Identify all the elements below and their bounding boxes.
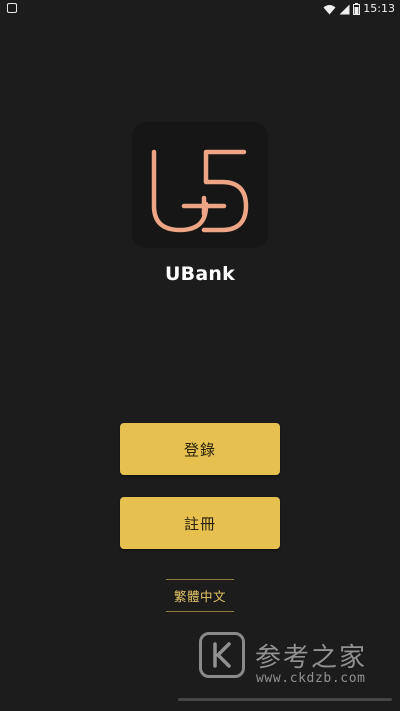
register-button-label: 註冊 (183, 514, 216, 533)
register-button[interactable]: 註冊 (120, 497, 280, 549)
language-switch-button[interactable]: 繁體中文 (166, 579, 234, 612)
watermark-title: 参考之家 (255, 643, 368, 673)
battery-icon (353, 3, 361, 15)
language-label: 繁體中文 (173, 589, 226, 604)
watermark-url: www.ckdzb.com (256, 671, 366, 686)
status-icons: 15:13 (323, 1, 395, 17)
cellular-signal-icon (339, 4, 350, 15)
notification-icon (7, 3, 17, 13)
ubank-logo (132, 122, 268, 248)
status-bar: 15:13 (0, 0, 400, 18)
login-button[interactable]: 登錄 (120, 423, 280, 475)
login-button-label: 登錄 (183, 440, 216, 459)
app-name: UBank (165, 263, 235, 285)
status-time: 15:13 (363, 2, 395, 15)
k-logo-icon (199, 632, 245, 678)
wifi-icon (323, 4, 336, 15)
home-indicator (178, 698, 392, 701)
